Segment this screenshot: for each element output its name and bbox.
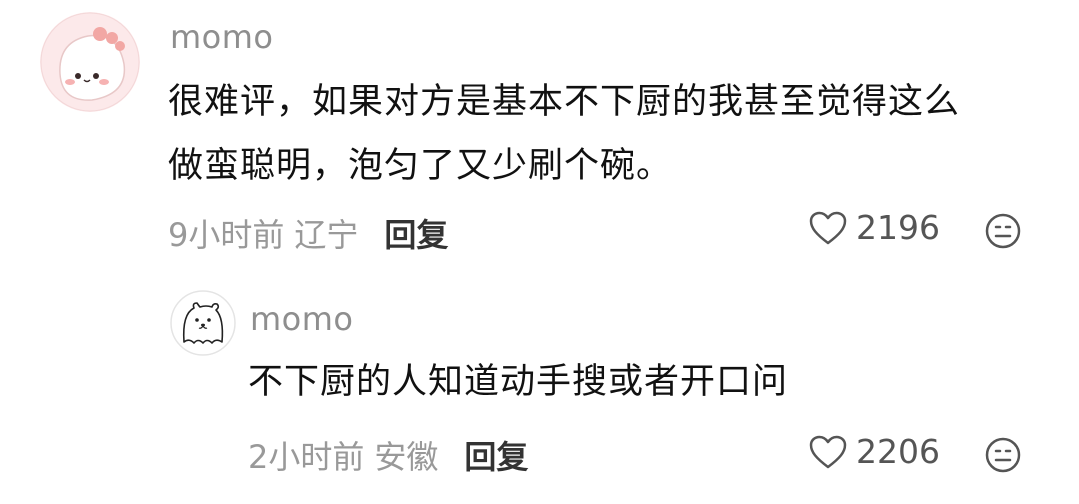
comment-text-line-1: 很难评，如果对方是基本不下厨的我甚至觉得这么: [168, 82, 961, 122]
emoji-face-icon: [985, 213, 1021, 249]
emoji-face-icon: [985, 437, 1021, 473]
comment-time: 9小时前: [168, 216, 285, 254]
reply-like-button[interactable]: 2206: [808, 432, 940, 471]
reply-username[interactable]: momo: [250, 300, 354, 338]
reply-time: 2小时前: [248, 438, 365, 476]
comment-location: 辽宁: [294, 216, 359, 254]
heart-icon: [808, 210, 848, 246]
comment-like-count: 2196: [856, 208, 940, 247]
comment-meta: 9小时前 辽宁 回复: [168, 210, 448, 256]
reply-reply-button[interactable]: 回复: [464, 432, 528, 478]
heart-icon: [808, 434, 848, 470]
avatar-momo[interactable]: [40, 12, 140, 112]
reply-text: 不下厨的人知道动手搜或者开口问: [248, 362, 789, 402]
reply-emoji-button[interactable]: [984, 436, 1022, 474]
comment-username[interactable]: momo: [170, 18, 274, 56]
comment-like-button[interactable]: 2196: [808, 208, 940, 247]
comment-text-line-2: 做蛮聪明，泡匀了又少刷个碗。: [168, 146, 673, 186]
reply-location: 安徽: [374, 438, 439, 476]
comment-reply-button[interactable]: 回复: [384, 210, 448, 256]
comment-emoji-button[interactable]: [984, 212, 1022, 250]
avatar-momo-reply[interactable]: [170, 290, 236, 356]
reply-like-count: 2206: [856, 432, 940, 471]
reply-meta: 2小时前 安徽 回复: [248, 432, 528, 478]
